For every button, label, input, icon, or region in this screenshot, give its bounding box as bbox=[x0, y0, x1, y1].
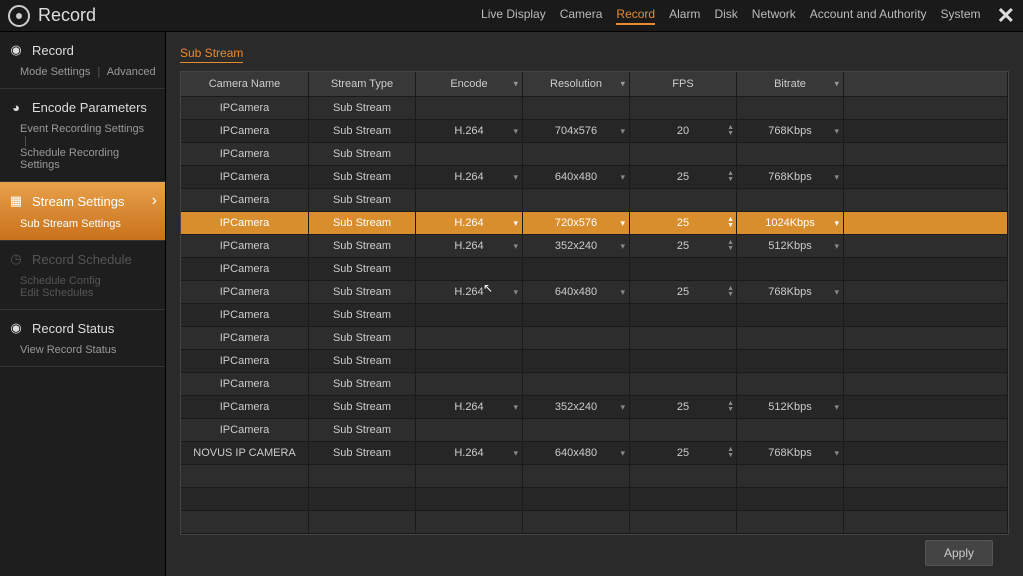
nav-account-and-authority[interactable]: Account and Authority bbox=[810, 7, 927, 25]
sidebar: ◉ Record Mode Settings | Advanced ◕ Enco… bbox=[0, 32, 166, 576]
table-row[interactable]: IPCameraSub Stream bbox=[181, 419, 1008, 442]
chevron-down-icon[interactable]: ▾ bbox=[513, 218, 518, 229]
chevron-down-icon[interactable]: ▾ bbox=[834, 402, 839, 413]
chevron-right-icon: › bbox=[152, 192, 157, 210]
sidebar-stream-label: Stream Settings bbox=[32, 194, 125, 209]
spinner-icon[interactable]: ▲▼ bbox=[727, 240, 734, 252]
sidebar-encode[interactable]: ◕ Encode Parameters bbox=[0, 89, 165, 119]
chevron-down-icon[interactable]: ▾ bbox=[834, 241, 839, 252]
view-record-status-link[interactable]: View Record Status bbox=[20, 344, 116, 356]
nav-camera[interactable]: Camera bbox=[560, 7, 603, 25]
advanced-link[interactable]: Advanced bbox=[107, 66, 156, 78]
table-row[interactable]: IPCameraSub StreamH.264▾640x480▾25▲▼768K… bbox=[181, 166, 1008, 189]
edit-schedules-link[interactable]: Edit Schedules bbox=[20, 287, 93, 299]
table-row[interactable] bbox=[181, 465, 1008, 488]
chevron-down-icon[interactable]: ▾ bbox=[834, 79, 839, 90]
chevron-down-icon[interactable]: ▾ bbox=[513, 172, 518, 183]
film-icon: ◉ bbox=[8, 320, 24, 336]
table-row[interactable]: IPCameraSub Stream bbox=[181, 143, 1008, 166]
table-row[interactable]: IPCameraSub Stream bbox=[181, 189, 1008, 212]
close-icon[interactable]: ✕ bbox=[997, 3, 1015, 29]
chevron-down-icon[interactable]: ▾ bbox=[513, 402, 518, 413]
topbar: Record Live Display Camera Record Alarm Disk… bbox=[0, 0, 1023, 32]
col-header-name[interactable]: Camera Name bbox=[181, 72, 309, 96]
table-row[interactable]: IPCameraSub Stream bbox=[181, 97, 1008, 120]
chevron-down-icon[interactable]: ▾ bbox=[834, 287, 839, 298]
chevron-down-icon[interactable]: ▾ bbox=[620, 448, 625, 459]
chevron-down-icon[interactable]: ▾ bbox=[620, 172, 625, 183]
content-area: Sub Stream Camera Name Stream Type Encod… bbox=[166, 32, 1023, 576]
chevron-down-icon[interactable]: ▾ bbox=[620, 287, 625, 298]
schedule-config-link[interactable]: Schedule Config bbox=[20, 275, 101, 287]
stream-table: Camera Name Stream Type Encode▾ Resoluti… bbox=[180, 71, 1009, 535]
disc-icon: ◕ bbox=[8, 99, 24, 115]
chevron-down-icon[interactable]: ▾ bbox=[834, 126, 839, 137]
sidebar-schedule[interactable]: ◷ Record Schedule bbox=[0, 241, 165, 271]
table-row[interactable] bbox=[181, 511, 1008, 534]
table-row[interactable]: IPCameraSub StreamH.264▾704x576▾20▲▼768K… bbox=[181, 120, 1008, 143]
film-reel-icon: ◉ bbox=[8, 42, 24, 58]
nav-network[interactable]: Network bbox=[752, 7, 796, 25]
chevron-down-icon[interactable]: ▾ bbox=[620, 79, 625, 90]
col-header-fps[interactable]: FPS bbox=[630, 72, 737, 96]
chevron-down-icon[interactable]: ▾ bbox=[620, 402, 625, 413]
nav-system[interactable]: System bbox=[941, 7, 981, 25]
chevron-down-icon[interactable]: ▾ bbox=[834, 218, 839, 229]
spinner-icon[interactable]: ▲▼ bbox=[727, 401, 734, 413]
spinner-icon[interactable]: ▲▼ bbox=[727, 217, 734, 229]
chevron-down-icon[interactable]: ▾ bbox=[620, 126, 625, 137]
nav-record[interactable]: Record bbox=[616, 7, 655, 25]
chevron-down-icon[interactable]: ▾ bbox=[513, 287, 518, 298]
chevron-down-icon[interactable]: ▾ bbox=[834, 172, 839, 183]
spinner-icon[interactable]: ▲▼ bbox=[727, 286, 734, 298]
chevron-down-icon[interactable]: ▾ bbox=[834, 448, 839, 459]
table-row[interactable]: NOVUS IP CAMERASub StreamH.264▾640x480▾2… bbox=[181, 442, 1008, 465]
grid-icon: ▦ bbox=[8, 193, 24, 209]
col-header-encode[interactable]: Encode▾ bbox=[416, 72, 523, 96]
mode-settings-link[interactable]: Mode Settings bbox=[20, 66, 90, 78]
record-logo-icon bbox=[8, 5, 30, 27]
table-row[interactable]: IPCameraSub StreamH.264▾352x240▾25▲▼512K… bbox=[181, 235, 1008, 258]
table-row[interactable]: IPCameraSub StreamH.264▾640x480▾25▲▼768K… bbox=[181, 281, 1008, 304]
table-row[interactable]: IPCameraSub StreamH.264▾352x240▾25▲▼512K… bbox=[181, 396, 1008, 419]
chevron-down-icon[interactable]: ▾ bbox=[620, 218, 625, 229]
nav-disk[interactable]: Disk bbox=[714, 7, 737, 25]
event-recording-link[interactable]: Event Recording Settings bbox=[20, 123, 144, 135]
spinner-icon[interactable]: ▲▼ bbox=[727, 125, 734, 137]
schedule-recording-link[interactable]: Schedule Recording Settings bbox=[20, 147, 119, 171]
chevron-down-icon[interactable]: ▾ bbox=[620, 241, 625, 252]
chevron-down-icon[interactable]: ▾ bbox=[513, 79, 518, 90]
sidebar-status-label: Record Status bbox=[32, 321, 114, 336]
table-row[interactable]: IPCameraSub Stream bbox=[181, 327, 1008, 350]
chevron-down-icon[interactable]: ▾ bbox=[513, 448, 518, 459]
nav-alarm[interactable]: Alarm bbox=[669, 7, 700, 25]
clock-icon: ◷ bbox=[8, 251, 24, 267]
sidebar-stream-settings[interactable]: ▦ Stream Settings › bbox=[0, 182, 165, 214]
sidebar-record-label: Record bbox=[32, 43, 74, 58]
spinner-icon[interactable]: ▲▼ bbox=[727, 171, 734, 183]
table-row[interactable]: IPCameraSub Stream bbox=[181, 304, 1008, 327]
table-row[interactable]: IPCameraSub Stream bbox=[181, 373, 1008, 396]
table-row[interactable]: IPCameraSub Stream bbox=[181, 350, 1008, 373]
table-row[interactable] bbox=[181, 488, 1008, 511]
sub-stream-settings-link[interactable]: Sub Stream Settings bbox=[20, 218, 121, 230]
table-row[interactable]: IPCameraSub Stream bbox=[181, 258, 1008, 281]
top-nav: Live Display Camera Record Alarm Disk Network… bbox=[481, 7, 981, 25]
sidebar-encode-label: Encode Parameters bbox=[32, 100, 147, 115]
chevron-down-icon[interactable]: ▾ bbox=[513, 126, 518, 137]
chevron-down-icon[interactable]: ▾ bbox=[513, 241, 518, 252]
col-header-type[interactable]: Stream Type bbox=[309, 72, 416, 96]
tab-sub-stream[interactable]: Sub Stream bbox=[180, 46, 243, 63]
table-row[interactable]: IPCameraSub StreamH.264▾720x576▾25▲▼1024… bbox=[181, 212, 1008, 235]
col-header-bitrate[interactable]: Bitrate▾ bbox=[737, 72, 844, 96]
nav-live-display[interactable]: Live Display bbox=[481, 7, 546, 25]
app-title: Record bbox=[38, 5, 96, 26]
col-header-resolution[interactable]: Resolution▾ bbox=[523, 72, 630, 96]
apply-button[interactable]: Apply bbox=[925, 540, 993, 566]
sidebar-schedule-label: Record Schedule bbox=[32, 252, 132, 267]
sidebar-record[interactable]: ◉ Record bbox=[0, 32, 165, 62]
sidebar-status[interactable]: ◉ Record Status bbox=[0, 310, 165, 340]
spinner-icon[interactable]: ▲▼ bbox=[727, 447, 734, 459]
